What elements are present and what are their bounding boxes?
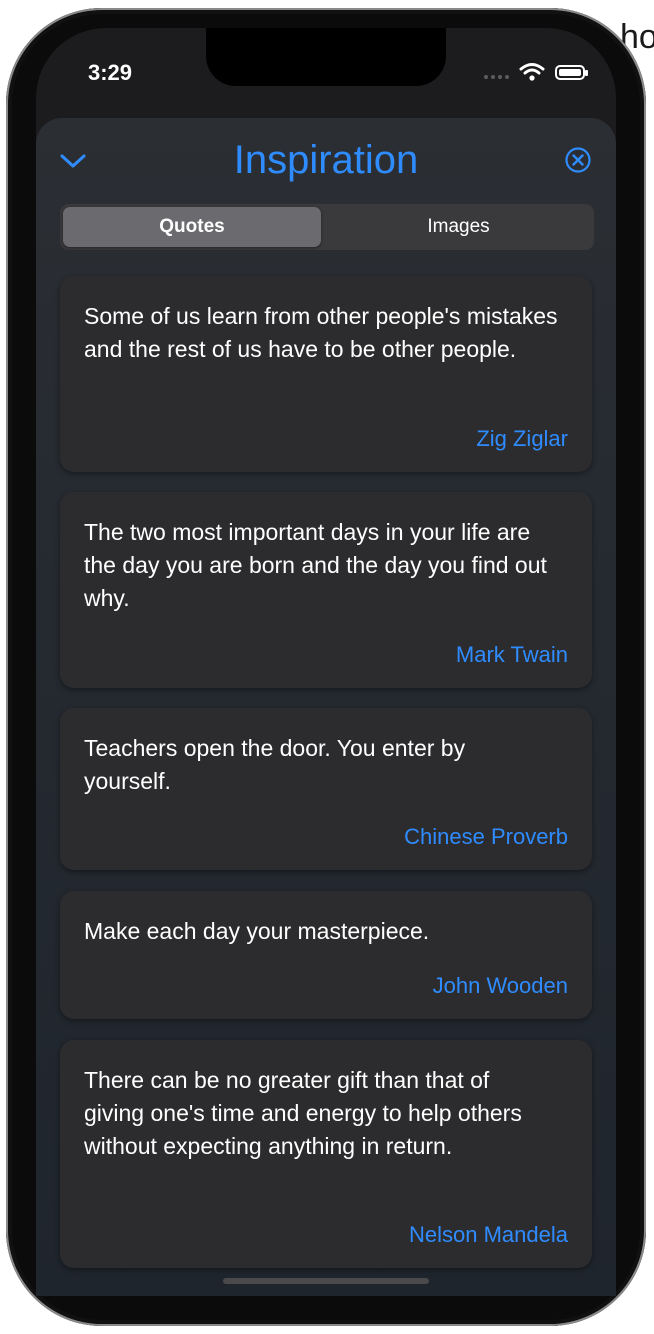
segment-quotes[interactable]: Quotes <box>63 207 321 247</box>
quote-text: There can be no greater gift than that o… <box>84 1067 522 1159</box>
quote-text: The two most important days in your life… <box>84 519 547 611</box>
sheet-title: Inspiration <box>233 138 419 182</box>
quote-card[interactable]: Make each day your masterpiece. John Woo… <box>60 891 592 1019</box>
notch <box>206 28 446 86</box>
wifi-icon <box>519 63 545 81</box>
quote-text: Some of us learn from other people's mis… <box>84 303 558 362</box>
quote-card[interactable]: Teachers open the door. You enter by you… <box>60 708 592 870</box>
quote-text: Teachers open the door. You enter by you… <box>84 735 466 794</box>
status-icons <box>484 62 588 82</box>
inspiration-sheet: Inspiration Quotes Images Some of us lea… <box>36 118 616 1296</box>
home-indicator <box>223 1278 429 1284</box>
close-circle-icon[interactable] <box>564 146 592 174</box>
battery-icon <box>555 64 588 80</box>
segment-images[interactable]: Images <box>326 207 591 247</box>
quote-card[interactable]: There can be no greater gift than that o… <box>60 1040 592 1268</box>
quote-card[interactable]: Some of us learn from other people's mis… <box>60 276 592 472</box>
cellular-signal-icon <box>484 65 509 79</box>
segmented-control: Quotes Images <box>60 204 594 250</box>
quote-author: Chinese Proverb <box>404 824 568 849</box>
quote-author: Zig Ziglar <box>476 426 568 451</box>
quote-card[interactable]: The two most important days in your life… <box>60 492 592 688</box>
quote-author: John Wooden <box>432 973 568 998</box>
quote-author: Nelson Mandela <box>409 1222 568 1247</box>
quote-text: Make each day your masterpiece. <box>84 918 430 944</box>
quote-author: Mark Twain <box>455 642 568 667</box>
status-time: 3:29 <box>88 60 133 85</box>
